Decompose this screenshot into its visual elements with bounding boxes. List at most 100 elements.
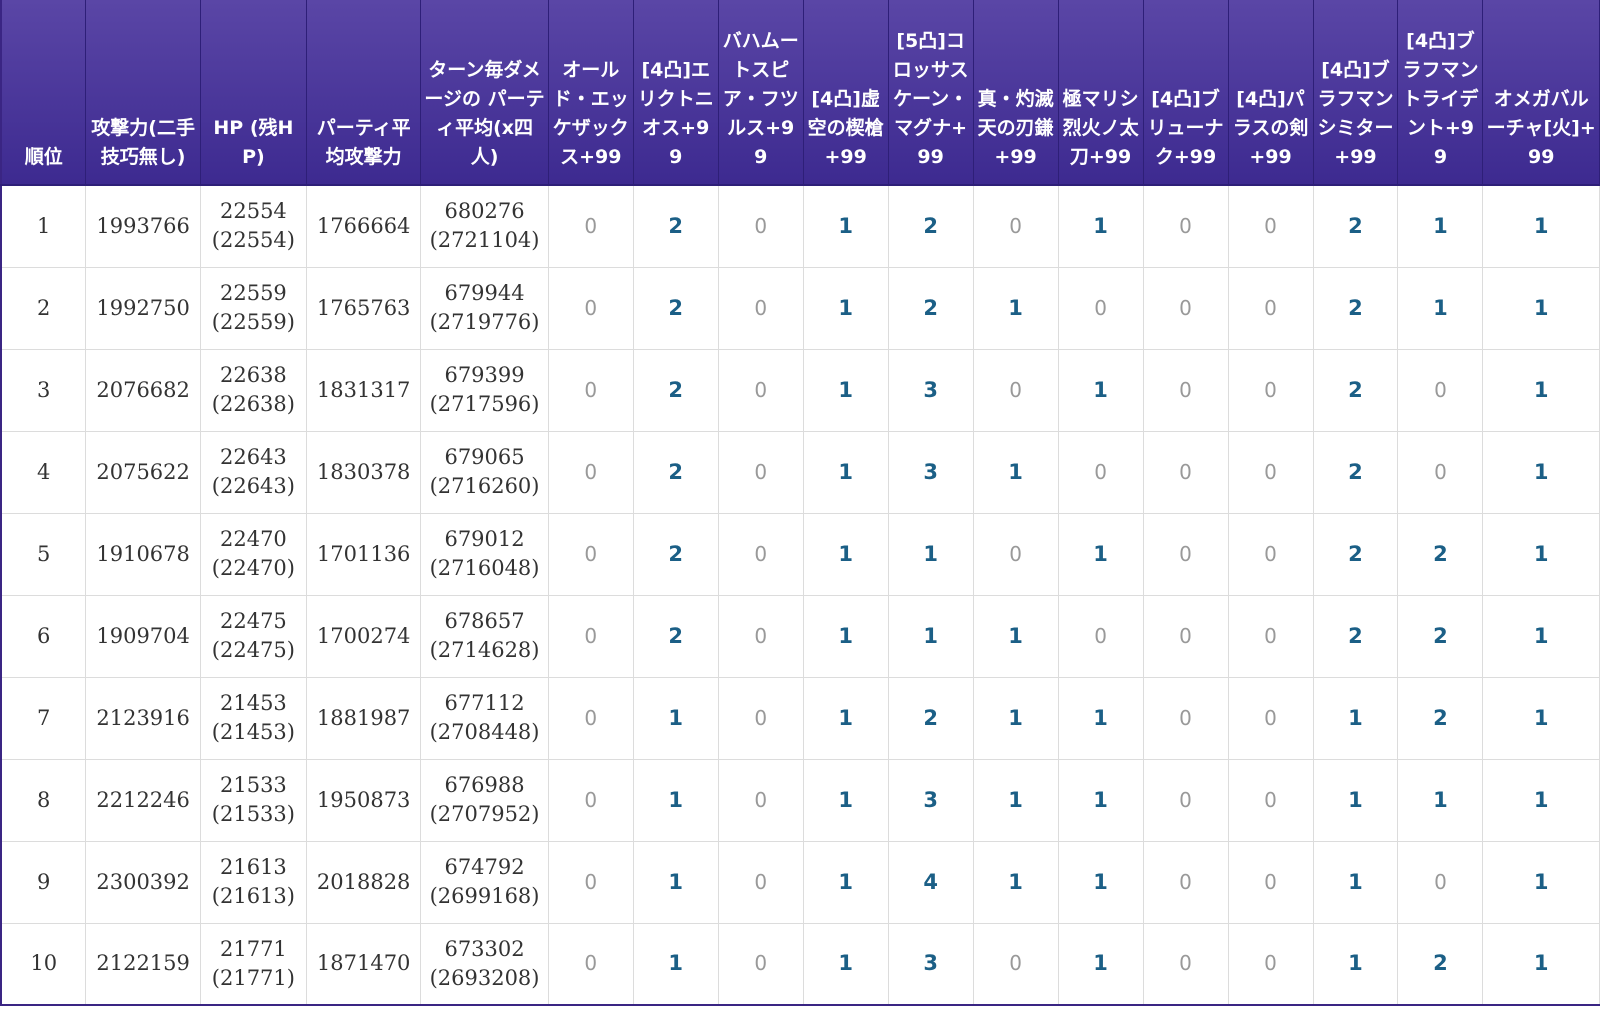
weapon-count-cell: 1 bbox=[803, 841, 889, 924]
turn-damage-cell-sub-value: (2693208) bbox=[429, 965, 540, 990]
table-row: 6 1909704 22475 (22475) 1700274 678657 (271462… bbox=[1, 595, 1600, 678]
column-header: パーティ平均攻撃力 bbox=[306, 0, 422, 186]
table-row: 1 1993766 22554 (22554) 1766664 680276 (272110… bbox=[1, 185, 1600, 268]
weapon-count-cell: 0 bbox=[718, 185, 804, 268]
weapon-count-cell: 0 bbox=[718, 431, 804, 514]
turn-damage-cell: 676988 (2707952) bbox=[420, 759, 549, 842]
weapon-count-cell: 1 bbox=[888, 513, 974, 596]
weapon-count-cell: 1 bbox=[803, 595, 889, 678]
weapon-count-cell: 0 bbox=[1143, 349, 1229, 432]
hp-cell-value: 22470 bbox=[219, 527, 287, 551]
party-avg-attack-cell: 1765763 bbox=[306, 267, 422, 350]
weapon-count-cell: 1 bbox=[1482, 677, 1600, 760]
weapon-count-cell: 1 bbox=[803, 431, 889, 514]
weapon-count-cell: 1 bbox=[1482, 759, 1600, 842]
weapon-count-cell: 1 bbox=[973, 677, 1059, 760]
weapon-count-cell: 0 bbox=[718, 349, 804, 432]
weapon-count-cell: 0 bbox=[973, 923, 1059, 1006]
weapon-count-cell: 1 bbox=[633, 923, 719, 1006]
weapon-count-cell: 2 bbox=[1397, 677, 1484, 760]
hp-cell-value: 22638 bbox=[219, 363, 287, 387]
column-header: オメガバルーチャ[火]+99 bbox=[1482, 0, 1600, 186]
weapon-count-cell: 0 bbox=[973, 349, 1059, 432]
attack-cell: 2212246 bbox=[85, 759, 201, 842]
weapon-count-cell: 0 bbox=[548, 267, 634, 350]
weapon-count-cell: 0 bbox=[1143, 759, 1229, 842]
turn-damage-cell-value: 679012 bbox=[444, 527, 525, 551]
hp-cell: 22470 (22470) bbox=[200, 513, 308, 596]
weapon-count-cell: 1 bbox=[1313, 759, 1399, 842]
header-row: 順位 攻撃力(二手技巧無し) HP (残HP) パーティ平均攻撃力 ターン毎ダメージの … bbox=[1, 0, 1600, 186]
rank-cell: 2 bbox=[1, 267, 87, 350]
weapon-count-cell: 2 bbox=[633, 267, 719, 350]
weapon-count-cell: 4 bbox=[888, 841, 974, 924]
turn-damage-cell: 680276 (2721104) bbox=[420, 185, 549, 268]
weapon-count-cell: 0 bbox=[548, 349, 634, 432]
turn-damage-cell-value: 679065 bbox=[444, 445, 525, 469]
rank-cell: 9 bbox=[1, 841, 87, 924]
weapon-count-cell: 2 bbox=[1397, 513, 1484, 596]
turn-damage-cell-value: 676988 bbox=[444, 773, 525, 797]
party-avg-attack-cell: 2018828 bbox=[306, 841, 422, 924]
hp-cell-sub-value: (21453) bbox=[211, 720, 295, 744]
weapon-count-cell: 0 bbox=[1228, 185, 1314, 268]
weapon-count-cell: 0 bbox=[548, 513, 634, 596]
rank-cell: 1 bbox=[1, 185, 87, 268]
party-avg-attack-cell: 1950873 bbox=[306, 759, 422, 842]
turn-damage-cell-value: 680276 bbox=[444, 199, 525, 224]
weapon-count-cell: 2 bbox=[633, 349, 719, 432]
party-avg-attack-cell: 1831317 bbox=[306, 349, 422, 432]
hp-cell-value: 21613 bbox=[219, 855, 287, 879]
weapon-count-cell: 1 bbox=[1482, 595, 1600, 678]
weapon-count-cell: 0 bbox=[718, 677, 804, 760]
column-header: [4凸]ブラフマンシミター+99 bbox=[1313, 0, 1399, 186]
weapon-count-cell: 1 bbox=[633, 759, 719, 842]
weapon-count-cell: 1 bbox=[803, 759, 889, 842]
column-header: HP (残HP) bbox=[200, 0, 308, 186]
weapon-count-cell: 2 bbox=[1313, 431, 1399, 514]
turn-damage-cell-value: 677112 bbox=[444, 691, 525, 715]
weapon-count-cell: 0 bbox=[1143, 677, 1229, 760]
turn-damage-cell-sub-value: (2716048) bbox=[429, 556, 540, 580]
weapon-count-cell: 2 bbox=[1313, 267, 1399, 350]
hp-cell: 22638 (22638) bbox=[200, 349, 308, 432]
weapon-count-cell: 1 bbox=[1482, 349, 1600, 432]
hp-cell-value: 22475 bbox=[219, 609, 287, 633]
turn-damage-cell-value: 673302 bbox=[444, 936, 525, 961]
hp-cell: 21771 (21771) bbox=[200, 923, 308, 1006]
weapon-count-cell: 1 bbox=[1058, 759, 1144, 842]
weapon-count-cell: 1 bbox=[803, 349, 889, 432]
hp-cell: 21453 (21453) bbox=[200, 677, 308, 760]
attack-cell: 1909704 bbox=[85, 595, 201, 678]
turn-damage-cell: 677112 (2708448) bbox=[420, 677, 549, 760]
weapon-count-cell: 1 bbox=[803, 267, 889, 350]
party-avg-attack-cell: 1871470 bbox=[306, 923, 422, 1006]
hp-cell-sub-value: (22643) bbox=[211, 474, 295, 498]
hp-cell-sub-value: (21533) bbox=[211, 802, 295, 826]
weapon-count-cell: 1 bbox=[1058, 677, 1144, 760]
turn-damage-cell: 673302 (2693208) bbox=[420, 923, 549, 1006]
turn-damage-cell: 679399 (2717596) bbox=[420, 349, 549, 432]
attack-cell: 2300392 bbox=[85, 841, 201, 924]
weapon-count-cell: 3 bbox=[888, 431, 974, 514]
hp-cell-sub-value: (22559) bbox=[211, 310, 295, 334]
weapon-count-cell: 0 bbox=[548, 431, 634, 514]
weapon-count-cell: 1 bbox=[1058, 349, 1144, 432]
weapon-count-cell: 0 bbox=[1397, 349, 1484, 432]
weapon-count-cell: 2 bbox=[633, 595, 719, 678]
turn-damage-cell-value: 674792 bbox=[444, 855, 525, 879]
weapon-count-cell: 1 bbox=[1058, 841, 1144, 924]
attack-cell: 1910678 bbox=[85, 513, 201, 596]
turn-damage-cell-sub-value: (2716260) bbox=[429, 474, 540, 498]
weapon-count-cell: 0 bbox=[973, 513, 1059, 596]
turn-damage-cell-sub-value: (2708448) bbox=[429, 720, 540, 744]
weapon-count-cell: 0 bbox=[1143, 185, 1229, 268]
hp-cell: 21533 (21533) bbox=[200, 759, 308, 842]
turn-damage-cell: 679944 (2719776) bbox=[420, 267, 549, 350]
turn-damage-cell-sub-value: (2719776) bbox=[429, 310, 540, 334]
weapon-count-cell: 0 bbox=[718, 759, 804, 842]
weapon-count-cell: 0 bbox=[1228, 267, 1314, 350]
column-header: 攻撃力(二手技巧無し) bbox=[85, 0, 201, 186]
weapon-count-cell: 0 bbox=[1143, 923, 1229, 1006]
weapon-count-cell: 3 bbox=[888, 923, 974, 1006]
